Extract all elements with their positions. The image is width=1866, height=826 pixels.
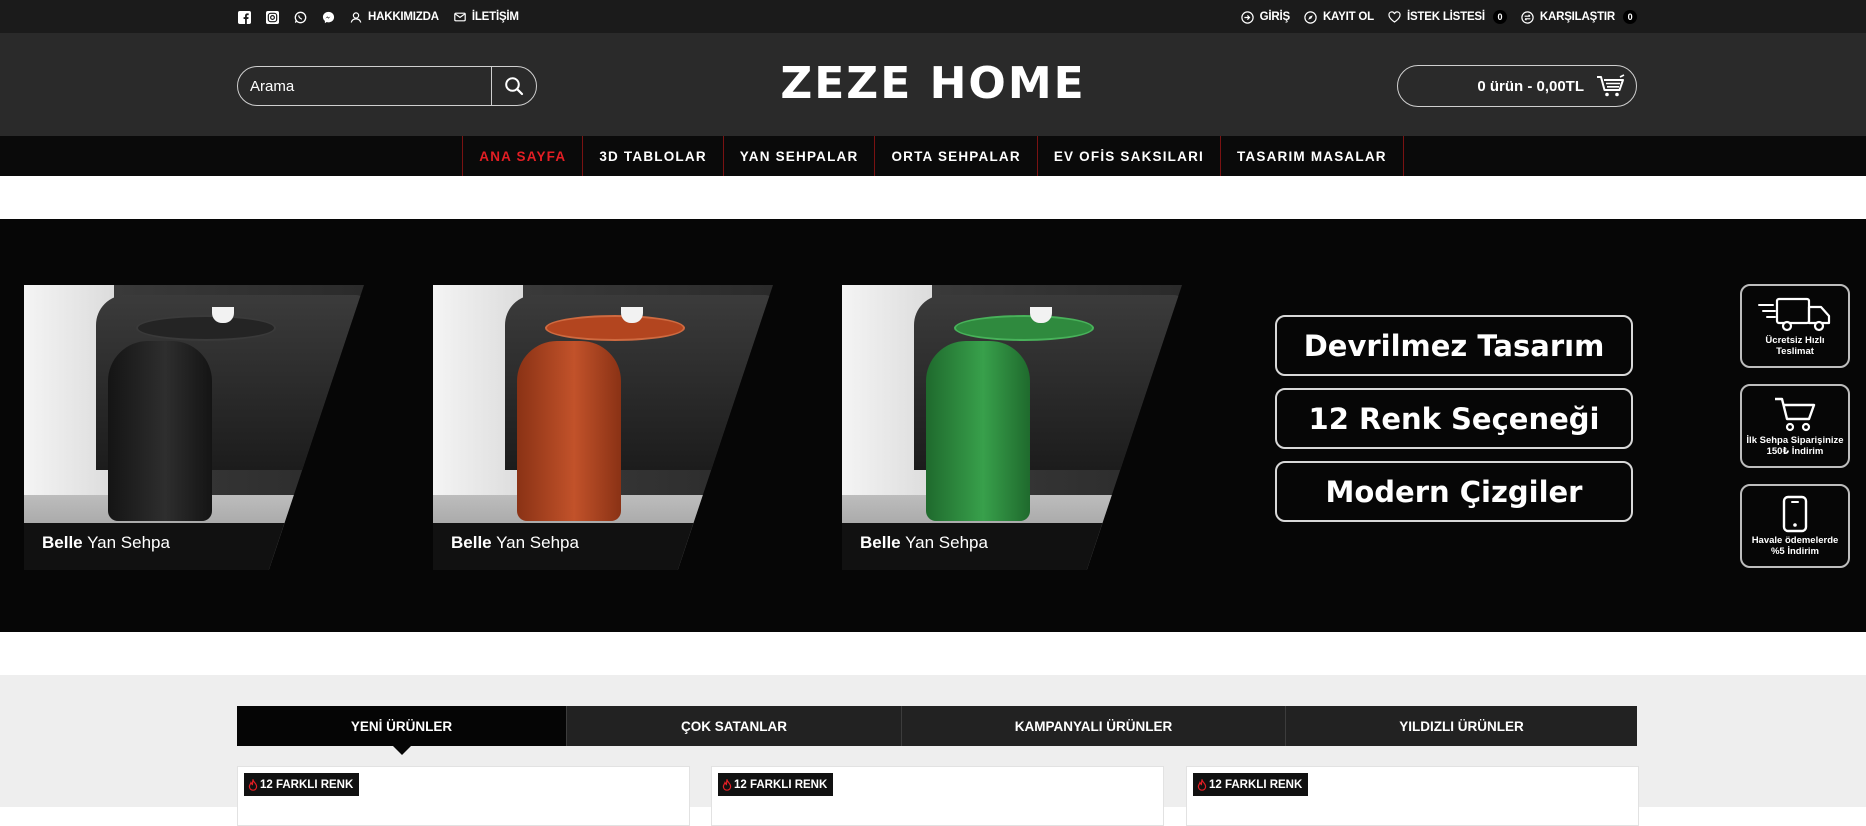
wishlist-label: İSTEK LİSTESİ — [1406, 11, 1485, 23]
product-photo — [24, 285, 364, 570]
contact-label: İLETİŞİM — [471, 11, 519, 23]
nav-item-office-planters[interactable]: EV OFİS SAKSILARI — [1038, 136, 1221, 176]
products-section: YENİ ÜRÜNLER ÇOK SATANLAR KAMPANYALI ÜRÜ… — [0, 675, 1866, 826]
color-badge: 12 FARKLI RENK — [1193, 773, 1309, 796]
compare-link[interactable]: KARŞILAŞTIR 0 — [1521, 10, 1637, 24]
instagram-icon[interactable] — [265, 10, 279, 24]
tab-best-sellers[interactable]: ÇOK SATANLAR — [567, 706, 902, 746]
banner-product-black: Belle Yan Sehpa — [24, 285, 364, 570]
heart-icon — [1388, 10, 1402, 24]
truck-icon — [1758, 297, 1831, 331]
flame-icon — [1197, 778, 1207, 791]
user-circle-icon — [349, 10, 363, 24]
phone-icon — [1782, 495, 1808, 532]
wishlist-link[interactable]: İSTEK LİSTESİ 0 — [1388, 10, 1507, 24]
nav-item-design-tables[interactable]: TASARIM MASALAR — [1221, 136, 1404, 176]
service-text: Ücretsiz Hızlı Teslimat — [1765, 334, 1825, 357]
compass-icon — [1304, 10, 1318, 24]
login-link[interactable]: GİRİŞ — [1241, 10, 1290, 24]
flame-icon — [722, 778, 732, 791]
about-link[interactable]: HAKKIMIZDA — [349, 10, 439, 24]
messenger-icon[interactable] — [321, 10, 335, 24]
top-bar: HAKKIMIZDA İLETİŞİM GİRİŞ KAYIT OL İSTEK… — [0, 0, 1866, 34]
product-card[interactable]: 12 FARKLI RENK — [711, 766, 1164, 826]
banner-product-orange: Belle Yan Sehpa — [433, 285, 773, 570]
login-label: GİRİŞ — [1259, 11, 1291, 23]
facebook-icon[interactable] — [237, 10, 251, 24]
product-card[interactable]: 12 FARKLI RENK — [1186, 766, 1639, 826]
nav-item-3d-paintings[interactable]: 3D TABLOLAR — [583, 136, 724, 176]
service-box-discount: İlk Sehpa Siparişinize 150₺ İndirim — [1740, 384, 1850, 468]
compare-label: KARŞILAŞTIR — [1539, 11, 1615, 23]
hero-banner[interactable]: Belle Yan Sehpa Belle Yan Sehpa Belle Ya… — [0, 219, 1866, 632]
product-tabs: YENİ ÜRÜNLER ÇOK SATANLAR KAMPANYALI ÜRÜ… — [237, 706, 1637, 755]
flame-icon — [248, 778, 258, 791]
feature-box: Devrilmez Tasarım — [1275, 315, 1633, 376]
tab-campaign-products[interactable]: KAMPANYALI ÜRÜNLER — [902, 706, 1286, 746]
login-icon — [1241, 10, 1255, 24]
product-label: Belle Yan Sehpa — [860, 533, 988, 552]
tab-starred-products[interactable]: YILDIZLI ÜRÜNLER — [1286, 706, 1637, 746]
cart-icon — [1597, 74, 1625, 97]
product-card[interactable]: 12 FARKLI RENK — [237, 766, 690, 826]
service-text: İlk Sehpa Siparişinize 150₺ İndirim — [1746, 434, 1844, 457]
feature-box: 12 Renk Seçeneği — [1275, 388, 1633, 449]
color-badge: 12 FARKLI RENK — [244, 773, 360, 796]
service-box-transfer: Havale ödemelerde %5 İndirim — [1740, 484, 1850, 568]
cart-button[interactable]: 0 ürün - 0,00TL — [1397, 65, 1637, 107]
main-nav: ANA SAYFA 3D TABLOLAR YAN SEHPALAR ORTA … — [0, 136, 1866, 176]
product-label: Belle Yan Sehpa — [451, 533, 579, 552]
contact-link[interactable]: İLETİŞİM — [453, 10, 519, 24]
nav-item-home[interactable]: ANA SAYFA — [463, 136, 584, 176]
service-box-delivery: Ücretsiz Hızlı Teslimat — [1740, 284, 1850, 368]
color-badge: 12 FARKLI RENK — [718, 773, 834, 796]
about-label: HAKKIMIZDA — [368, 11, 439, 23]
product-photo — [433, 285, 773, 570]
feature-box: Modern Çizgiler — [1275, 461, 1633, 522]
cart-summary: 0 ürün - 0,00TL — [1477, 77, 1584, 95]
whatsapp-icon[interactable] — [293, 10, 307, 24]
nav-item-coffee-tables[interactable]: ORTA SEHPALAR — [875, 136, 1038, 176]
tab-new-products[interactable]: YENİ ÜRÜNLER — [237, 706, 567, 755]
register-link[interactable]: KAYIT OL — [1304, 10, 1374, 24]
product-label: Belle Yan Sehpa — [42, 533, 170, 552]
banner-product-green: Belle Yan Sehpa — [842, 285, 1182, 570]
compare-count-badge: 0 — [1623, 10, 1637, 24]
product-photo — [842, 285, 1182, 570]
cart-icon — [1775, 397, 1816, 431]
compare-icon — [1521, 10, 1535, 24]
service-text: Havale ödemelerde %5 İndirim — [1751, 534, 1839, 557]
wishlist-count-badge: 0 — [1492, 10, 1507, 24]
mail-icon — [453, 10, 467, 24]
nav-item-side-tables[interactable]: YAN SEHPALAR — [724, 136, 876, 176]
site-header: ZEZE HOME 0 ürün - 0,00TL — [0, 34, 1866, 136]
register-label: KAYIT OL — [1322, 11, 1374, 23]
